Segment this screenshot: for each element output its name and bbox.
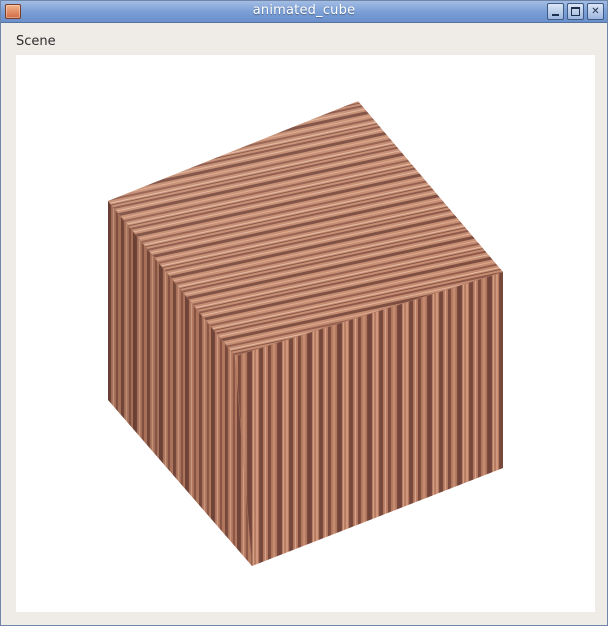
render-viewport[interactable]: [16, 55, 595, 612]
maximize-button[interactable]: [567, 3, 584, 20]
menu-scene[interactable]: Scene: [9, 32, 63, 51]
menu-bar: Scene: [1, 23, 607, 53]
app-window: animated_cube ✕ Scene: [0, 0, 608, 626]
window-title: animated_cube: [252, 3, 356, 18]
close-button[interactable]: ✕: [587, 3, 604, 20]
title-bar[interactable]: animated_cube ✕: [1, 1, 607, 23]
minimize-button[interactable]: [547, 3, 564, 20]
cube-scene: [107, 101, 504, 567]
